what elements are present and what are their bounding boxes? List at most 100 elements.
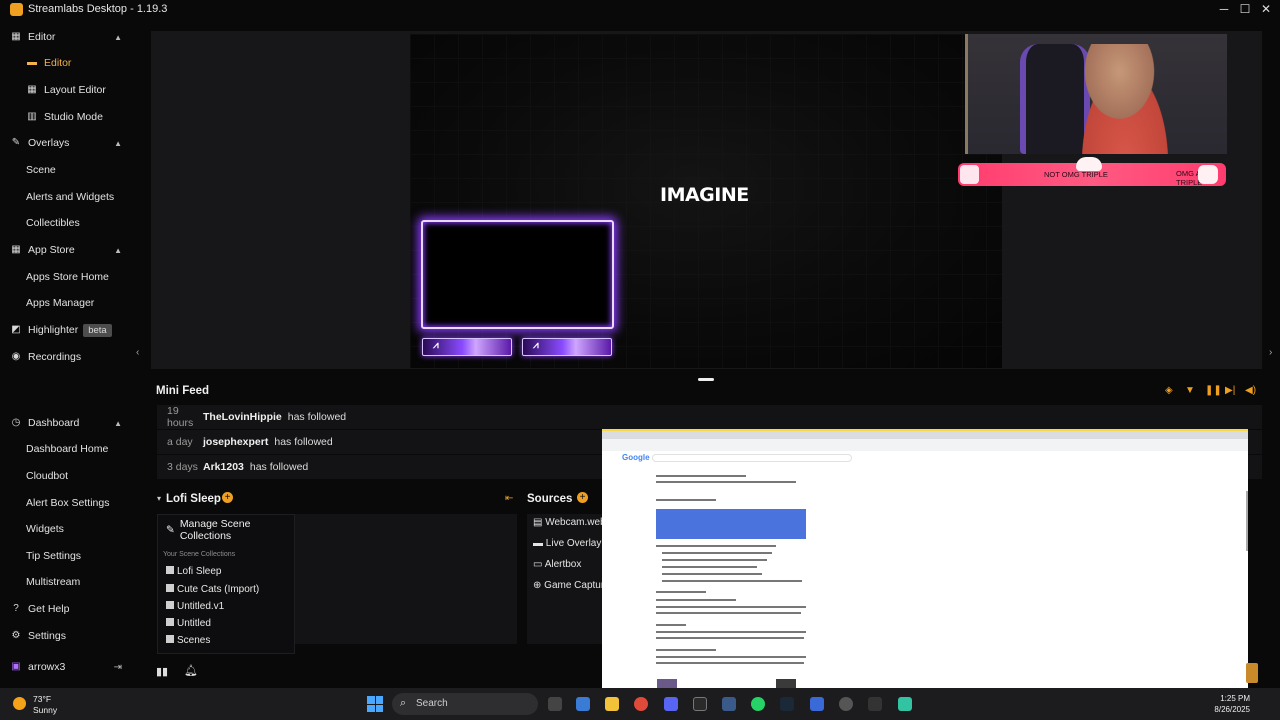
source-item[interactable]: ⊕ Game Captur: [533, 580, 603, 591]
manage-scene-collections-button[interactable]: ✎ Manage Scene Collections: [158, 518, 294, 542]
sidebar-item-editor[interactable]: ▬ Editor: [0, 51, 134, 75]
sidebar-item-scene[interactable]: Scene: [0, 158, 134, 182]
chevron-down-icon[interactable]: ▾: [157, 494, 161, 503]
streamlabs-taskbar-icon[interactable]: [898, 697, 912, 711]
notification-bell-icon[interactable]: 🔔︎: [184, 664, 198, 677]
collection-label: Scenes: [177, 635, 211, 646]
name-plate-left: ⩘: [422, 338, 512, 356]
logout-icon[interactable]: ⇥: [114, 662, 122, 673]
clock-time: 1:25 PM: [1220, 694, 1250, 703]
source-label: Alertbox: [544, 559, 582, 570]
app-icon[interactable]: [810, 697, 824, 711]
text-line: [656, 475, 746, 477]
sidebar-section-dashboard[interactable]: ◷ Dashboard ▲: [0, 411, 134, 435]
collection-label: Lofi Sleep: [177, 566, 222, 577]
browser-scrollbar[interactable]: [1246, 491, 1248, 551]
username: arrowx3: [28, 661, 66, 673]
sidebar-item-studio-mode[interactable]: ▥ Studio Mode: [0, 105, 134, 129]
sidebar-item-collectibles[interactable]: Collectibles: [0, 211, 134, 235]
close-icon[interactable]: ✕: [1259, 2, 1273, 16]
collection-item[interactable]: Untitled: [166, 618, 211, 629]
sidebar-item-label: Alerts and Widgets: [26, 191, 115, 203]
feed-user[interactable]: TheLovinHippie: [203, 411, 282, 423]
steam-icon[interactable]: [780, 697, 794, 711]
windows-start-icon[interactable]: [367, 696, 383, 712]
calculator-icon[interactable]: [722, 697, 736, 711]
browser-address-bar[interactable]: [602, 439, 1248, 451]
browser-tab-strip[interactable]: [602, 431, 1248, 439]
filter-icon[interactable]: ▼: [1185, 385, 1195, 396]
sidebar-item-layout-editor[interactable]: ▦ Layout Editor: [0, 78, 134, 102]
title-bar: Streamlabs Desktop - 1.19.3 ─ ☐ ✕: [0, 0, 1280, 19]
skip-icon[interactable]: ▶|: [1225, 385, 1235, 396]
weather-temp[interactable]: 73°F: [33, 694, 51, 704]
feed-user[interactable]: Ark1203: [203, 461, 244, 473]
google-search-box[interactable]: [652, 454, 852, 462]
weather-condition[interactable]: Sunny: [33, 705, 57, 715]
pause-icon[interactable]: ❚❚: [1205, 385, 1222, 396]
collection-item[interactable]: Cute Cats (Import): [166, 584, 259, 595]
scene-collection-title[interactable]: Lofi Sleep: [166, 493, 221, 505]
windows-icon: [166, 618, 174, 626]
minimize-icon[interactable]: ─: [1217, 2, 1231, 16]
maximize-icon[interactable]: ☐: [1238, 2, 1252, 16]
clock[interactable]: 1:25 PM 8/26/2025: [1214, 693, 1250, 715]
alert-text-1: NOT OMG TRIPLE: [1044, 170, 1108, 179]
sidebar-item-apps-manager[interactable]: Apps Manager: [0, 291, 134, 315]
webcam-frame[interactable]: [421, 220, 614, 329]
browser-window[interactable]: Google: [602, 429, 1248, 690]
sidebar-item-alerts-widgets[interactable]: Alerts and Widgets: [0, 185, 134, 209]
discord-icon[interactable]: [664, 697, 678, 711]
source-item[interactable]: ▤ Webcam.web: [533, 517, 603, 528]
volume-icon[interactable]: ◀): [1245, 385, 1256, 396]
feed-time: 19 hours: [167, 405, 194, 429]
copilot-icon[interactable]: [576, 697, 590, 711]
source-item[interactable]: ▭ Alertbox: [533, 559, 581, 570]
sidebar-item-dashboard-home[interactable]: Dashboard Home: [0, 437, 134, 461]
sidebar-item-apps-store-home[interactable]: Apps Store Home: [0, 265, 134, 289]
app-icon[interactable]: [839, 697, 853, 711]
add-scene-icon[interactable]: +: [222, 492, 233, 503]
sidebar-section-app-store[interactable]: ▦ App Store ▲: [0, 238, 134, 262]
sidebar-item-tip-settings[interactable]: Tip Settings: [0, 544, 134, 568]
streamer: [1070, 44, 1180, 154]
chrome-icon[interactable]: [634, 697, 648, 711]
sidebar-item-label: Studio Mode: [44, 111, 103, 123]
text-line: [662, 559, 767, 561]
sidebar-item-widgets[interactable]: Widgets: [0, 517, 134, 541]
sidebar-item-cloudbot[interactable]: Cloudbot: [0, 464, 134, 488]
side-tab[interactable]: [1246, 663, 1258, 683]
sidebar-item-highlighter[interactable]: ◩ Highlighter beta: [0, 318, 134, 342]
sidebar-item-alert-box-settings[interactable]: Alert Box Settings: [0, 491, 134, 515]
source-item[interactable]: ▬ Live Overlay: [533, 538, 601, 549]
scene-canvas[interactable]: IMAGINE ⩘ ⩘: [410, 34, 1002, 368]
sidebar-user[interactable]: ▣ arrowx3 ⇥: [0, 655, 134, 679]
shield-icon[interactable]: ◈: [1165, 385, 1173, 396]
sidebar-item-get-help[interactable]: ? Get Help: [0, 597, 134, 621]
webcam-feed[interactable]: [965, 34, 1227, 154]
sidebar-section-overlays[interactable]: ✎ Overlays ▲: [0, 131, 134, 155]
collection-item[interactable]: Lofi Sleep: [166, 566, 221, 577]
sidebar-section-editor[interactable]: ▦ Editor ▲: [0, 25, 134, 49]
stats-icon[interactable]: ▮▮: [156, 665, 168, 678]
collection-item[interactable]: Untitled.v1: [166, 601, 224, 612]
feed-user[interactable]: josephexpert: [203, 436, 268, 448]
expand-panel-icon[interactable]: ›: [1269, 347, 1272, 358]
collection-item[interactable]: Scenes: [166, 635, 210, 646]
taskbar-search[interactable]: ⌕ Search: [392, 693, 538, 715]
file-explorer-icon[interactable]: [605, 697, 619, 711]
add-source-icon[interactable]: +: [577, 492, 588, 503]
task-view-icon[interactable]: [548, 697, 562, 711]
app-icon[interactable]: [868, 697, 882, 711]
sidebar-item-recordings[interactable]: ◉ Recordings: [0, 345, 134, 369]
sidebar-section-label: Overlays: [28, 137, 70, 149]
sidebar-item-multistream[interactable]: Multistream: [0, 570, 134, 594]
mic-stand: [965, 34, 968, 154]
text-line: [656, 624, 686, 626]
collapse-sidebar-icon[interactable]: ‹: [136, 347, 139, 358]
whatsapp-icon[interactable]: [751, 697, 765, 711]
collection-label: Cute Cats (Import): [177, 584, 260, 595]
store-icon[interactable]: [693, 697, 707, 711]
sidebar-item-settings[interactable]: ⚙ Settings: [0, 624, 134, 648]
feed-row: 19 hours TheLovinHippie has followed: [157, 405, 1262, 429]
